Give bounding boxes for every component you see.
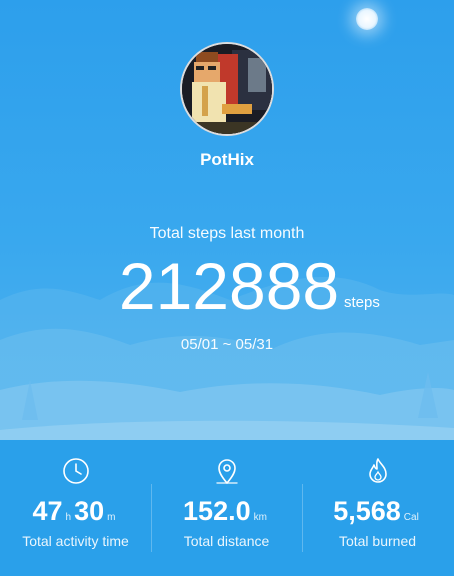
activity-hours-unit: h xyxy=(65,512,72,523)
sun-decoration xyxy=(356,8,378,30)
distance-stat[interactable]: 152.0 km Total distance xyxy=(151,440,302,576)
steps-total: 212888 steps xyxy=(0,248,454,324)
steps-unit: steps xyxy=(344,294,380,311)
clock-icon xyxy=(63,458,89,484)
activity-time-stat[interactable]: 47 h 30 m Total activity time xyxy=(0,440,151,576)
burned-value: 5,568 xyxy=(333,496,401,526)
date-range: 05/01 ~ 05/31 xyxy=(180,336,274,353)
steps-value: 212888 xyxy=(118,249,340,323)
burned-stat[interactable]: 5,568 Cal Total burned xyxy=(302,440,453,576)
pixel-art-avatar-icon xyxy=(182,44,272,134)
activity-time-label: Total activity time xyxy=(22,533,129,549)
burned-label: Total burned xyxy=(338,533,417,549)
distance-value: 152.0 xyxy=(183,496,251,526)
flame-icon xyxy=(369,458,387,483)
activity-hours: 47 xyxy=(32,496,63,526)
activity-minutes: 30 xyxy=(74,496,105,526)
distance-unit: km xyxy=(253,512,267,523)
distance-label: Total distance xyxy=(183,533,270,549)
stats-panel: 47 h 30 m Total activity time 152.0 km T… xyxy=(0,440,454,576)
steps-label: Total steps last month xyxy=(149,225,305,242)
burned-unit: Cal xyxy=(403,512,419,523)
username: PotHix xyxy=(200,150,254,169)
summary-hero: PotHix Total steps last month 212888 ste… xyxy=(0,0,454,440)
activity-minutes-unit: m xyxy=(107,512,116,523)
avatar[interactable] xyxy=(180,42,274,136)
location-pin-icon xyxy=(216,459,238,484)
